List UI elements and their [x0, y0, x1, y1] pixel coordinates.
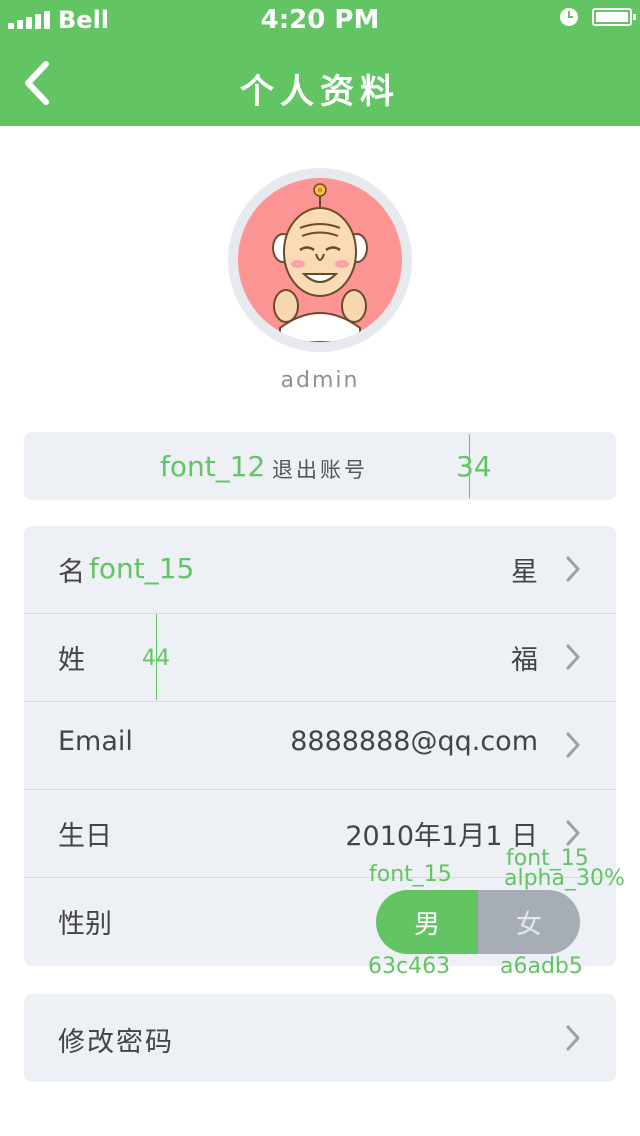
toggle-alpha-annotation: alpha_30%: [504, 866, 625, 891]
avatar[interactable]: [238, 178, 402, 342]
field-label: 名: [58, 557, 85, 588]
chevron-right-icon: [566, 1025, 580, 1051]
field-value: 8888888@qq.com: [290, 726, 538, 757]
row-font-annotation: font_15: [89, 552, 195, 585]
chevron-right-icon: [566, 644, 580, 670]
chevron-right-icon: [566, 732, 580, 758]
avatar-frame: [228, 168, 412, 352]
toggle-off-color-annotation: a6adb5: [500, 954, 583, 979]
chevron-right-icon: [566, 556, 580, 582]
row-height-annotation: 44: [142, 646, 170, 671]
profile-fields-card: 名 星 姓 福 Email 8888888@qq.com 生日 2010年1月1…: [24, 526, 616, 966]
field-value: 星: [511, 557, 538, 588]
gender-option-male[interactable]: 男: [376, 890, 478, 954]
logout-font-annotation: font_12: [160, 450, 266, 483]
status-right: [560, 8, 636, 26]
gender-option-female[interactable]: 女: [478, 890, 580, 954]
list-item[interactable]: Email 8888888@qq.com: [24, 702, 616, 790]
gender-row: 性别 男 女: [24, 878, 616, 965]
status-bar: Bell 4:20 PM: [0, 0, 640, 40]
nav-bar: 个人资料: [0, 40, 640, 126]
toggle-on-font-annotation: font_15: [369, 862, 452, 887]
toggle-on-color-annotation: 63c463: [368, 954, 451, 979]
field-label: 生日: [58, 821, 112, 852]
username: admin: [280, 368, 360, 393]
field-label: 姓: [58, 645, 85, 676]
logout-label: 退出账号: [272, 458, 368, 482]
field-label: 性别: [58, 909, 112, 940]
field-value: 福: [511, 645, 538, 676]
page-title: 个人资料: [240, 72, 400, 112]
avatar-illustration: [272, 183, 368, 342]
chevron-right-icon: [566, 820, 580, 846]
logout-button[interactable]: 退出账号: [24, 432, 616, 500]
gender-toggle[interactable]: 男 女: [376, 890, 580, 954]
list-item[interactable]: 姓 福: [24, 614, 616, 702]
alarm-icon: [560, 8, 578, 26]
status-time: 4:20 PM: [260, 5, 380, 35]
change-password-label: 修改密码: [58, 1027, 174, 1058]
logout-height-annotation: 34: [456, 450, 492, 483]
field-label: Email: [58, 726, 133, 757]
battery-icon: [592, 8, 636, 26]
change-password-button[interactable]: 修改密码: [24, 994, 616, 1082]
